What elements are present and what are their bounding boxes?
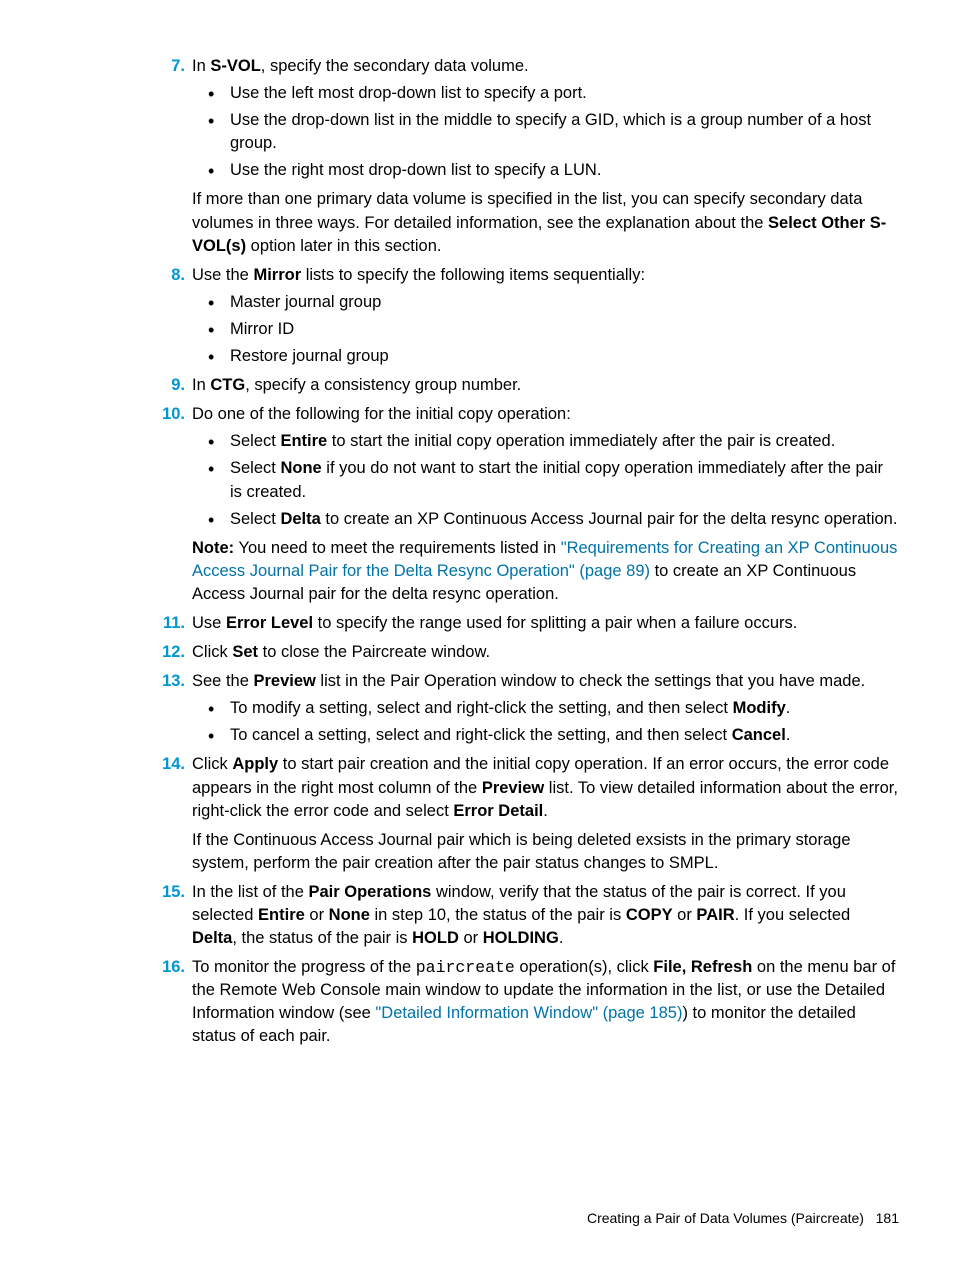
step-number: 14.: [155, 753, 185, 776]
bullet-item: Use the right most drop-down list to spe…: [192, 159, 899, 182]
step-10: 10. Do one of the following for the init…: [155, 403, 899, 606]
step-paragraph: If more than one primary data volume is …: [192, 188, 899, 257]
step-13: 13. See the Preview list in the Pair Ope…: [155, 670, 899, 747]
step-text: In the list of the Pair Operations windo…: [192, 883, 850, 947]
bullet-item: Mirror ID: [192, 318, 899, 341]
sub-bullets: Select Entire to start the initial copy …: [192, 430, 899, 530]
step-number: 9.: [155, 374, 185, 397]
step-number: 11.: [155, 612, 185, 635]
step-number: 13.: [155, 670, 185, 693]
footer-title: Creating a Pair of Data Volumes (Paircre…: [587, 1210, 864, 1226]
step-12: 12. Click Set to close the Paircreate wi…: [155, 641, 899, 664]
page-footer: Creating a Pair of Data Volumes (Paircre…: [587, 1209, 899, 1229]
step-text: In S-VOL, specify the secondary data vol…: [192, 57, 529, 75]
link-detailed-info[interactable]: "Detailed Information Window" (page 185): [375, 1004, 682, 1022]
sub-bullets: Master journal group Mirror ID Restore j…: [192, 291, 899, 368]
ordered-steps: 7. In S-VOL, specify the secondary data …: [155, 55, 899, 1049]
step-number: 12.: [155, 641, 185, 664]
bullet-item: To cancel a setting, select and right-cl…: [192, 724, 899, 747]
code-text: paircreate: [416, 958, 515, 977]
step-15: 15. In the list of the Pair Operations w…: [155, 881, 899, 950]
step-text: To monitor the progress of the paircreat…: [192, 958, 895, 1045]
step-16: 16. To monitor the progress of the pairc…: [155, 956, 899, 1048]
step-number: 8.: [155, 264, 185, 287]
step-text: Click Set to close the Paircreate window…: [192, 643, 490, 661]
step-text: Use the Mirror lists to specify the foll…: [192, 266, 645, 284]
document-page: 7. In S-VOL, specify the secondary data …: [0, 0, 954, 1049]
bullet-item: Use the drop-down list in the middle to …: [192, 109, 899, 155]
step-8: 8. Use the Mirror lists to specify the f…: [155, 264, 899, 368]
step-text: See the Preview list in the Pair Operati…: [192, 672, 865, 690]
step-text: Click Apply to start pair creation and t…: [192, 755, 898, 819]
bullet-item: To modify a setting, select and right-cl…: [192, 697, 899, 720]
step-14: 14. Click Apply to start pair creation a…: [155, 753, 899, 874]
bullet-item: Select Delta to create an XP Continuous …: [192, 508, 899, 531]
sub-bullets: Use the left most drop-down list to spec…: [192, 82, 899, 182]
step-11: 11. Use Error Level to specify the range…: [155, 612, 899, 635]
step-9: 9. In CTG, specify a consistency group n…: [155, 374, 899, 397]
step-text: Use Error Level to specify the range use…: [192, 614, 797, 632]
bullet-item: Select Entire to start the initial copy …: [192, 430, 899, 453]
step-paragraph: If the Continuous Access Journal pair wh…: [192, 829, 899, 875]
bullet-item: Use the left most drop-down list to spec…: [192, 82, 899, 105]
page-number: 181: [876, 1210, 899, 1226]
step-text: In CTG, specify a consistency group numb…: [192, 376, 521, 394]
bullet-item: Master journal group: [192, 291, 899, 314]
step-7: 7. In S-VOL, specify the secondary data …: [155, 55, 899, 258]
step-number: 15.: [155, 881, 185, 904]
bullet-item: Restore journal group: [192, 345, 899, 368]
sub-bullets: To modify a setting, select and right-cl…: [192, 697, 899, 747]
step-text: Do one of the following for the initial …: [192, 405, 571, 423]
step-number: 10.: [155, 403, 185, 426]
bullet-item: Select None if you do not want to start …: [192, 457, 899, 503]
note-paragraph: Note: You need to meet the requirements …: [192, 537, 899, 606]
step-number: 16.: [155, 956, 185, 979]
step-number: 7.: [155, 55, 185, 78]
